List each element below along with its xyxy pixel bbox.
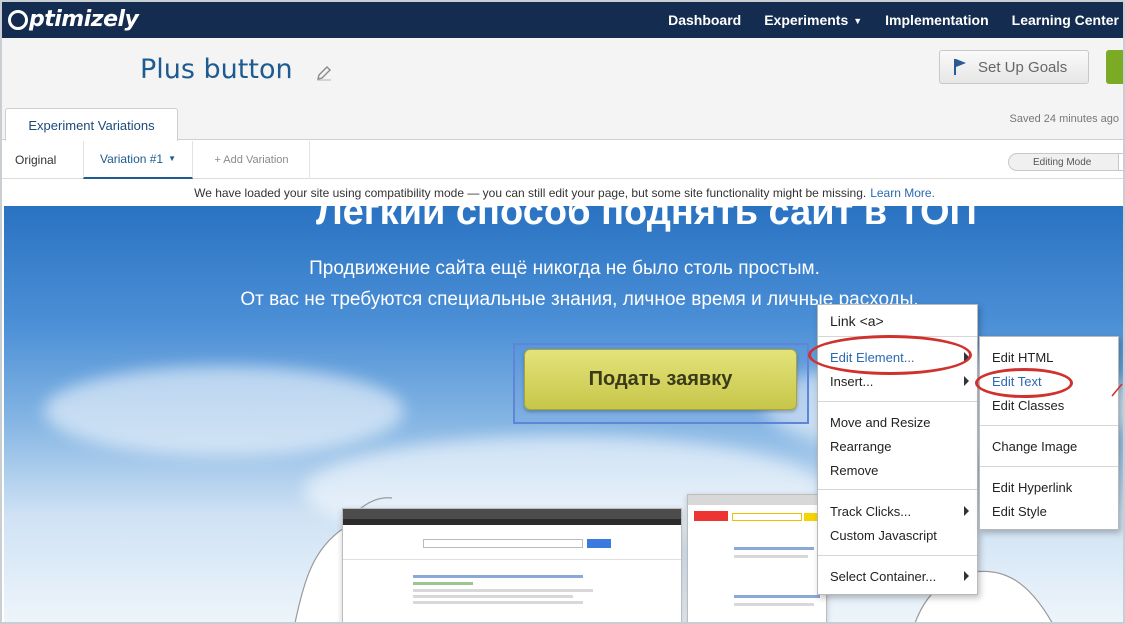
search-box <box>423 539 583 548</box>
start-experiment-button[interactable] <box>1106 50 1123 84</box>
nav-dashboard[interactable]: Dashboard <box>668 12 741 28</box>
variation-tab-1[interactable]: Variation #1 ▼ <box>83 141 193 179</box>
cta-button[interactable]: Подать заявку <box>524 349 797 410</box>
compatibility-notice: We have loaded your site using compatibi… <box>2 180 1123 206</box>
cloud <box>44 366 404 456</box>
result-text <box>413 595 573 598</box>
hero-title[interactable]: Легкий способ поднять сайт в ТОП <box>316 206 977 234</box>
search-button-shape <box>587 539 611 548</box>
annotation-stroke <box>1111 383 1123 397</box>
submenu-edit-style[interactable]: Edit Style <box>980 500 1118 522</box>
add-variation-button[interactable]: + Add Variation <box>194 141 310 179</box>
learn-more-link[interactable]: Learn More. <box>870 186 935 200</box>
result-title <box>734 595 820 598</box>
highlight-ring-edit-text <box>975 368 1073 398</box>
menu-separator <box>818 401 977 402</box>
menu-track-clicks-label: Track Clicks... <box>830 503 912 519</box>
menu-separator <box>818 555 977 556</box>
device-screen-google <box>342 508 682 622</box>
experiment-title: Plus button <box>140 54 293 85</box>
submenu-edit-html[interactable]: Edit HTML <box>980 346 1118 368</box>
result-url <box>413 582 473 585</box>
browser-menubar <box>343 519 681 525</box>
tab-experiment-variations[interactable]: Experiment Variations <box>5 108 178 141</box>
nav-experiments[interactable]: Experiments ▼ <box>764 12 862 28</box>
submenu-change-image[interactable]: Change Image <box>980 435 1118 457</box>
nav-learning-center[interactable]: Learning Center <box>1012 12 1119 28</box>
editing-mode-toggle[interactable]: Editing Mode <box>1008 153 1123 171</box>
submenu-arrow-icon <box>964 376 969 386</box>
submenu-edit-hyperlink[interactable]: Edit Hyperlink <box>980 476 1118 498</box>
menu-custom-javascript[interactable]: Custom Javascript <box>818 524 977 546</box>
device-screen-yandex <box>687 494 827 622</box>
yandex-logo-shape <box>694 511 728 521</box>
app-window: ptimizely Dashboard Experiments ▼ Impleme… <box>0 0 1125 624</box>
caret-down-icon: ▼ <box>853 16 863 26</box>
top-navigation: ptimizely Dashboard Experiments ▼ Impleme… <box>2 2 1123 38</box>
hero-subtitle-line-1[interactable]: Продвижение сайта ещё никогда не было ст… <box>4 258 1123 280</box>
nav-experiments-label: Experiments <box>764 12 849 28</box>
toggle-knob <box>1118 154 1123 170</box>
browser-titlebar <box>343 509 681 519</box>
logo-o-icon <box>8 10 28 30</box>
notice-text: We have loaded your site using compatibi… <box>194 186 867 200</box>
result-text <box>413 589 593 592</box>
menu-insert-label: Insert... <box>830 373 874 389</box>
submenu-arrow-icon <box>964 571 969 581</box>
caret-down-icon: ▼ <box>168 153 177 163</box>
result-text <box>413 601 583 604</box>
brand-logo[interactable]: ptimizely <box>8 6 139 32</box>
menu-header-link: Link <a> <box>830 313 884 329</box>
pencil-icon[interactable] <box>315 64 333 82</box>
submenu-arrow-icon <box>964 506 969 516</box>
search-box <box>732 513 802 521</box>
result-title <box>413 575 583 578</box>
toolbar-line <box>343 559 681 560</box>
menu-separator <box>980 425 1118 426</box>
result-text <box>734 555 808 558</box>
menu-select-container-label: Select Container... <box>830 568 937 584</box>
edit-element-submenu: Edit HTML Edit Text Edit Classes Change … <box>979 336 1119 530</box>
brand-name: ptimizely <box>29 6 139 32</box>
nav-implementation[interactable]: Implementation <box>885 12 988 28</box>
set-up-goals-label: Set Up Goals <box>978 58 1068 76</box>
menu-rearrange[interactable]: Rearrange <box>818 435 977 457</box>
result-title <box>734 547 814 550</box>
set-up-goals-button[interactable]: Set Up Goals <box>939 50 1089 84</box>
flag-icon <box>954 59 966 75</box>
variation-tab-1-label: Variation #1 <box>99 152 164 166</box>
browser-titlebar <box>688 495 826 505</box>
editing-mode-label: Editing Mode <box>1033 156 1092 168</box>
menu-track-clicks[interactable]: Track Clicks... <box>818 500 977 522</box>
variation-tab-original[interactable]: Original <box>15 141 56 179</box>
menu-separator <box>980 466 1118 467</box>
menu-remove[interactable]: Remove <box>818 459 977 481</box>
menu-select-container[interactable]: Select Container... <box>818 565 977 587</box>
result-text <box>734 603 814 606</box>
saved-status: Saved 24 minutes ago <box>1009 113 1119 125</box>
nav-menu: Dashboard Experiments ▼ Implementation Le… <box>645 2 1119 38</box>
submenu-edit-classes[interactable]: Edit Classes <box>980 394 1118 416</box>
menu-separator <box>818 489 977 490</box>
menu-move-and-resize[interactable]: Move and Resize <box>818 411 977 433</box>
highlight-ring-edit-element <box>808 335 972 375</box>
